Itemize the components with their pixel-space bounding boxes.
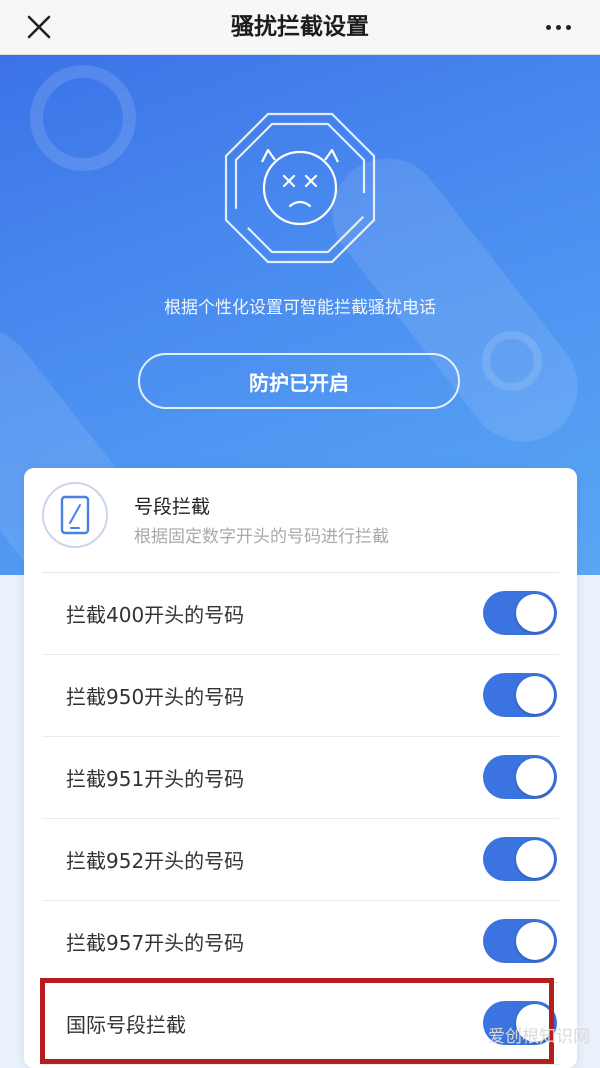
watermark: 爱创根知识网 bbox=[488, 1022, 590, 1047]
watermark-text: 爱创根知识网 bbox=[488, 1027, 590, 1047]
list-item: 拦截400开头的号码 bbox=[42, 573, 559, 655]
phone-icon bbox=[60, 495, 90, 535]
toggle-knob bbox=[516, 840, 554, 878]
list-item: 拦截957开头的号码 bbox=[42, 901, 559, 983]
card-header: 号段拦截 根据固定数字开头的号码进行拦截 bbox=[24, 468, 577, 572]
row-label: 国际号段拦截 bbox=[66, 1013, 186, 1037]
row-label: 拦截950开头的号码 bbox=[66, 685, 245, 709]
toggle-list: 拦截400开头的号码 拦截950开头的号码 拦截951开头的号码 拦截952开头… bbox=[42, 573, 559, 1065]
list-item: 拦截950开头的号码 bbox=[42, 655, 559, 737]
toggle-switch[interactable] bbox=[483, 755, 557, 799]
row-label: 拦截957开头的号码 bbox=[66, 931, 245, 955]
toggle-switch[interactable] bbox=[483, 673, 557, 717]
list-item-international: 国际号段拦截 bbox=[42, 983, 559, 1065]
toggle-knob bbox=[516, 922, 554, 960]
toggle-switch[interactable] bbox=[483, 591, 557, 635]
row-label: 拦截951开头的号码 bbox=[66, 767, 245, 791]
more-button[interactable] bbox=[538, 10, 578, 44]
protection-status-button[interactable]: 防护已开启 bbox=[138, 353, 460, 409]
card-subtitle: 根据固定数字开头的号码进行拦截 bbox=[134, 527, 389, 547]
toggle-knob bbox=[516, 676, 554, 714]
list-item: 拦截951开头的号码 bbox=[42, 737, 559, 819]
toggle-knob bbox=[516, 594, 554, 632]
card-title: 号段拦截 bbox=[134, 496, 211, 518]
phone-icon-circle bbox=[42, 482, 108, 548]
shield-devil-face-icon bbox=[224, 112, 376, 264]
more-dots-icon bbox=[545, 24, 551, 30]
hero-description: 根据个性化设置可智能拦截骚扰电话 bbox=[164, 298, 436, 318]
number-range-card: 号段拦截 根据固定数字开头的号码进行拦截 拦截400开头的号码 拦截950开头的… bbox=[24, 468, 577, 1068]
list-item: 拦截952开头的号码 bbox=[42, 819, 559, 901]
decor-ring-small bbox=[482, 331, 542, 391]
toggle-switch[interactable] bbox=[483, 919, 557, 963]
row-label: 拦截400开头的号码 bbox=[66, 603, 245, 627]
page-title: 骚扰拦截设置 bbox=[231, 14, 369, 40]
row-label: 拦截952开头的号码 bbox=[66, 849, 245, 873]
toggle-knob bbox=[516, 758, 554, 796]
decor-ring bbox=[30, 65, 136, 171]
top-nav-bar: 骚扰拦截设置 bbox=[0, 0, 600, 55]
toggle-switch[interactable] bbox=[483, 837, 557, 881]
